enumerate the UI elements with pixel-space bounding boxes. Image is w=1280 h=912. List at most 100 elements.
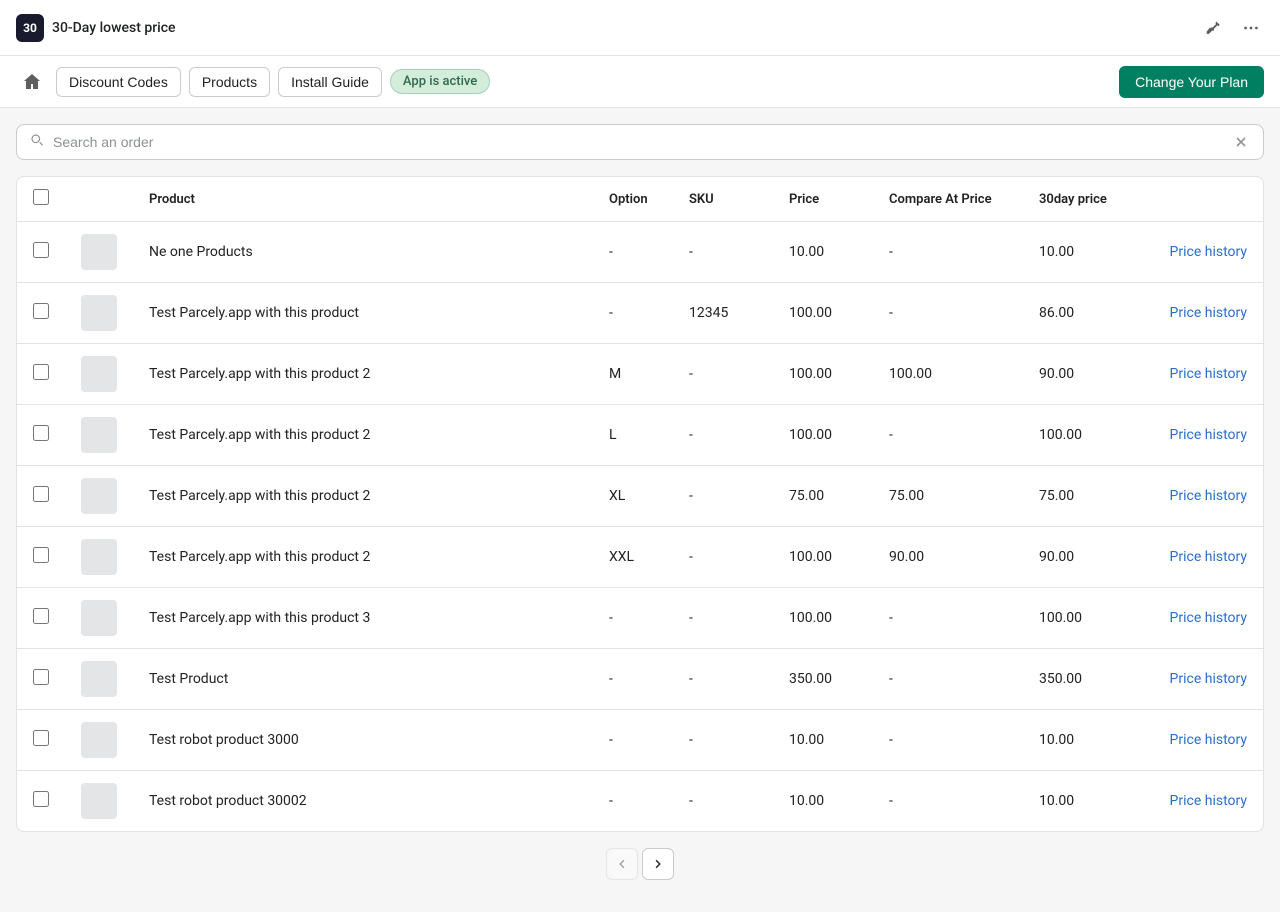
app-logo: 30 bbox=[16, 14, 44, 42]
table-row: Test Parcely.app with this product 2 XXL… bbox=[17, 527, 1263, 588]
install-guide-button[interactable]: Install Guide bbox=[278, 67, 382, 97]
row-checkbox-cell bbox=[17, 283, 65, 344]
row-price: 100.00 bbox=[773, 527, 873, 588]
row-30day-price: 10.00 bbox=[1023, 222, 1143, 283]
row-thumb-cell bbox=[65, 222, 133, 283]
row-checkbox[interactable] bbox=[33, 791, 49, 807]
row-30day-price: 90.00 bbox=[1023, 527, 1143, 588]
row-30day-price: 100.00 bbox=[1023, 588, 1143, 649]
row-30day-price: 350.00 bbox=[1023, 649, 1143, 710]
home-button[interactable] bbox=[16, 66, 48, 98]
row-checkbox-cell bbox=[17, 344, 65, 405]
row-thumb-cell bbox=[65, 466, 133, 527]
row-product-name: Test Product bbox=[133, 649, 593, 710]
row-30day-price: 90.00 bbox=[1023, 344, 1143, 405]
app-title: 30-Day lowest price bbox=[52, 20, 176, 36]
price-history-link[interactable]: Price history bbox=[1170, 610, 1247, 626]
prev-page-button[interactable] bbox=[606, 848, 638, 880]
row-thumb-cell bbox=[65, 588, 133, 649]
price-history-link[interactable]: Price history bbox=[1170, 305, 1247, 321]
main-content: Product Option SKU Price Compare At Pric… bbox=[0, 108, 1280, 912]
price-history-link[interactable]: Price history bbox=[1170, 732, 1247, 748]
row-action-cell: Price history bbox=[1143, 588, 1263, 649]
row-checkbox[interactable] bbox=[33, 364, 49, 380]
row-compare-at-price: - bbox=[873, 649, 1023, 710]
product-thumbnail bbox=[81, 783, 117, 819]
products-table-container: Product Option SKU Price Compare At Pric… bbox=[16, 176, 1264, 832]
products-table: Product Option SKU Price Compare At Pric… bbox=[17, 177, 1263, 831]
row-checkbox[interactable] bbox=[33, 608, 49, 624]
products-button[interactable]: Products bbox=[189, 67, 270, 97]
row-option: L bbox=[593, 405, 673, 466]
row-product-name: Ne one Products bbox=[133, 222, 593, 283]
product-thumbnail bbox=[81, 234, 117, 270]
row-compare-at-price: 90.00 bbox=[873, 527, 1023, 588]
row-price: 10.00 bbox=[773, 222, 873, 283]
product-thumbnail bbox=[81, 661, 117, 697]
search-input[interactable] bbox=[53, 134, 1231, 150]
row-price: 100.00 bbox=[773, 588, 873, 649]
search-bar bbox=[16, 124, 1264, 160]
row-thumb-cell bbox=[65, 710, 133, 771]
row-thumb-cell bbox=[65, 527, 133, 588]
row-compare-at-price: 75.00 bbox=[873, 466, 1023, 527]
row-price: 350.00 bbox=[773, 649, 873, 710]
row-checkbox[interactable] bbox=[33, 669, 49, 685]
row-option: - bbox=[593, 710, 673, 771]
product-thumbnail bbox=[81, 478, 117, 514]
row-product-name: Test robot product 3000 bbox=[133, 710, 593, 771]
price-history-link[interactable]: Price history bbox=[1170, 427, 1247, 443]
price-history-link[interactable]: Price history bbox=[1170, 244, 1247, 260]
more-options-button[interactable] bbox=[1238, 15, 1264, 41]
row-checkbox[interactable] bbox=[33, 547, 49, 563]
row-action-cell: Price history bbox=[1143, 527, 1263, 588]
row-checkbox[interactable] bbox=[33, 242, 49, 258]
row-option: - bbox=[593, 588, 673, 649]
row-checkbox[interactable] bbox=[33, 303, 49, 319]
row-action-cell: Price history bbox=[1143, 344, 1263, 405]
change-plan-button[interactable]: Change Your Plan bbox=[1119, 66, 1264, 98]
header-action bbox=[1143, 177, 1263, 222]
pin-icon-button[interactable] bbox=[1200, 15, 1226, 41]
search-icon bbox=[29, 132, 45, 152]
row-compare-at-price: - bbox=[873, 771, 1023, 832]
row-action-cell: Price history bbox=[1143, 466, 1263, 527]
row-checkbox[interactable] bbox=[33, 486, 49, 502]
table-row: Ne one Products - - 10.00 - 10.00 Price … bbox=[17, 222, 1263, 283]
row-checkbox[interactable] bbox=[33, 425, 49, 441]
select-all-checkbox[interactable] bbox=[33, 189, 49, 205]
table-row: Test Parcely.app with this product 3 - -… bbox=[17, 588, 1263, 649]
header-checkbox-col bbox=[17, 177, 65, 222]
row-30day-price: 10.00 bbox=[1023, 710, 1143, 771]
product-thumbnail bbox=[81, 722, 117, 758]
pagination bbox=[16, 832, 1264, 896]
row-thumb-cell bbox=[65, 771, 133, 832]
header-price: Price bbox=[773, 177, 873, 222]
row-option: XXL bbox=[593, 527, 673, 588]
price-history-link[interactable]: Price history bbox=[1170, 671, 1247, 687]
top-bar-right bbox=[1200, 15, 1264, 41]
nav-bar: Discount Codes Products Install Guide Ap… bbox=[0, 56, 1280, 108]
row-30day-price: 75.00 bbox=[1023, 466, 1143, 527]
row-option: - bbox=[593, 649, 673, 710]
nav-bar-left: Discount Codes Products Install Guide Ap… bbox=[16, 66, 490, 98]
price-history-link[interactable]: Price history bbox=[1170, 549, 1247, 565]
price-history-link[interactable]: Price history bbox=[1170, 793, 1247, 809]
row-compare-at-price: 100.00 bbox=[873, 344, 1023, 405]
row-checkbox-cell bbox=[17, 527, 65, 588]
price-history-link[interactable]: Price history bbox=[1170, 488, 1247, 504]
row-thumb-cell bbox=[65, 405, 133, 466]
clear-search-button[interactable] bbox=[1231, 132, 1251, 152]
row-product-name: Test Parcely.app with this product 2 bbox=[133, 527, 593, 588]
row-action-cell: Price history bbox=[1143, 222, 1263, 283]
row-option: - bbox=[593, 771, 673, 832]
row-checkbox[interactable] bbox=[33, 730, 49, 746]
product-thumbnail bbox=[81, 295, 117, 331]
next-page-button[interactable] bbox=[642, 848, 674, 880]
row-product-name: Test Parcely.app with this product 3 bbox=[133, 588, 593, 649]
row-action-cell: Price history bbox=[1143, 771, 1263, 832]
product-thumbnail bbox=[81, 600, 117, 636]
price-history-link[interactable]: Price history bbox=[1170, 366, 1247, 382]
discount-codes-button[interactable]: Discount Codes bbox=[56, 67, 181, 97]
row-sku: - bbox=[673, 649, 773, 710]
